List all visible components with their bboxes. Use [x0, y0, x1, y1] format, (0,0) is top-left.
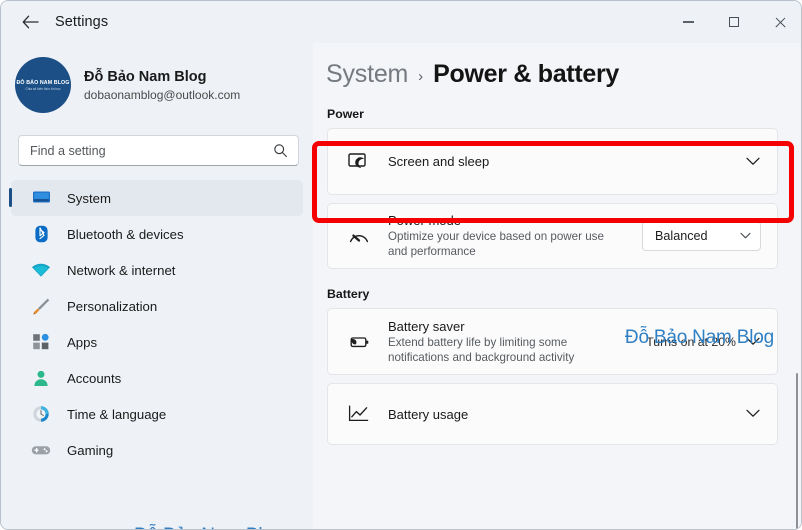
minimize-icon[interactable] [665, 1, 711, 43]
chevron-down-icon [740, 227, 751, 245]
maximize-icon[interactable] [711, 1, 757, 43]
clock-icon [27, 405, 55, 423]
person-icon [27, 370, 55, 387]
search-input[interactable] [19, 143, 244, 158]
power-mode-dropdown[interactable]: Balanced [642, 221, 761, 251]
sidebar-item-label: Personalization [67, 298, 158, 314]
scrollbar[interactable] [795, 373, 798, 529]
apps-icon [27, 333, 55, 351]
profile-name: Đỗ Bảo Nam Blog [84, 69, 207, 85]
sidebar-item-gaming[interactable]: Gaming [11, 432, 303, 468]
user-profile[interactable]: ĐỖ BẢO NAM BLOG Chia sẻ kiến thức tin họ… [1, 43, 313, 113]
search-box[interactable] [18, 135, 299, 166]
sidebar-item-label: Bluetooth & devices [67, 226, 184, 242]
sidebar-item-personalization[interactable]: Personalization [11, 288, 303, 324]
breadcrumb-parent[interactable]: System [326, 60, 408, 89]
sidebar-item-time-language[interactable]: Time & language [11, 396, 303, 432]
sidebar-item-label: Apps [67, 334, 98, 350]
battery-saver-status: Turns on at 20% [646, 334, 736, 349]
sidebar-nav: System Bluetooth & devices Network & int… [1, 180, 313, 468]
sidebar-item-label: Accounts [67, 370, 122, 386]
sidebar-item-bluetooth-devices[interactable]: Bluetooth & devices [11, 216, 303, 252]
card-title: Battery usage [388, 406, 469, 422]
card-screen-and-sleep[interactable]: Screen and sleep [327, 128, 778, 195]
window-controls [665, 1, 801, 43]
monitor-icon [27, 190, 55, 206]
dropdown-value: Balanced [655, 229, 708, 243]
sidebar-item-label: Time & language [67, 406, 167, 422]
page-title: Power & battery [433, 60, 619, 88]
card-title: Power mode [388, 213, 461, 228]
card-title: Screen and sleep [388, 154, 490, 169]
section-heading-battery: Battery [327, 287, 370, 301]
sidebar-item-accounts[interactable]: Accounts [11, 360, 303, 396]
screen-sleep-icon [344, 152, 374, 171]
main-content: System › Power & battery Power Screen an… [313, 43, 801, 529]
chevron-down-icon[interactable] [746, 333, 760, 351]
avatar-line2: Chia sẻ kiến thức tin học [25, 86, 61, 91]
avatar-line1: ĐỖ BẢO NAM BLOG [15, 79, 71, 86]
chevron-down-icon[interactable] [746, 405, 760, 423]
sidebar-item-label: Network & internet [67, 262, 176, 278]
card-power-mode[interactable]: Power mode Optimize your device based on… [327, 203, 778, 269]
breadcrumb-separator: › [418, 68, 424, 85]
sidebar-item-system[interactable]: System [9, 180, 303, 216]
close-icon[interactable] [757, 1, 801, 43]
card-battery-saver[interactable]: Battery saver Extend battery life by lim… [327, 308, 778, 375]
sidebar-item-apps[interactable]: Apps [11, 324, 303, 360]
chevron-down-icon[interactable] [746, 153, 760, 171]
gamepad-icon [27, 443, 55, 457]
card-title: Battery saver [388, 318, 465, 334]
sidebar-item-label: Gaming [67, 442, 114, 458]
avatar: ĐỖ BẢO NAM BLOG Chia sẻ kiến thức tin họ… [15, 57, 71, 113]
gauge-icon [344, 227, 374, 246]
bluetooth-icon [27, 225, 55, 243]
settings-window: Settings ĐỖ BẢO NAM BLOG Chia sẻ kiến th… [0, 0, 802, 530]
card-description: Optimize your device based on power use … [388, 230, 604, 258]
breadcrumb: System › Power & battery [326, 60, 801, 89]
back-arrow-icon[interactable] [13, 7, 47, 37]
card-battery-usage[interactable]: Battery usage [327, 383, 778, 445]
battery-saver-icon [344, 334, 374, 350]
sidebar-item-network-internet[interactable]: Network & internet [11, 252, 303, 288]
card-description: Extend battery life by limiting some not… [388, 335, 575, 364]
sidebar: ĐỖ BẢO NAM BLOG Chia sẻ kiến thức tin họ… [1, 43, 313, 529]
app-title: Settings [55, 14, 109, 30]
chart-icon [344, 405, 374, 423]
section-heading-power: Power [327, 107, 364, 121]
watermark-sidebar: Đỗ Bảo Nam Blog [134, 525, 283, 529]
paintbrush-icon [27, 297, 55, 316]
search-icon [273, 143, 288, 163]
title-bar: Settings [1, 1, 801, 43]
wifi-icon [27, 263, 55, 278]
profile-email: dobaonamblog@outlook.com [84, 88, 241, 102]
sidebar-item-label: System [67, 190, 111, 206]
